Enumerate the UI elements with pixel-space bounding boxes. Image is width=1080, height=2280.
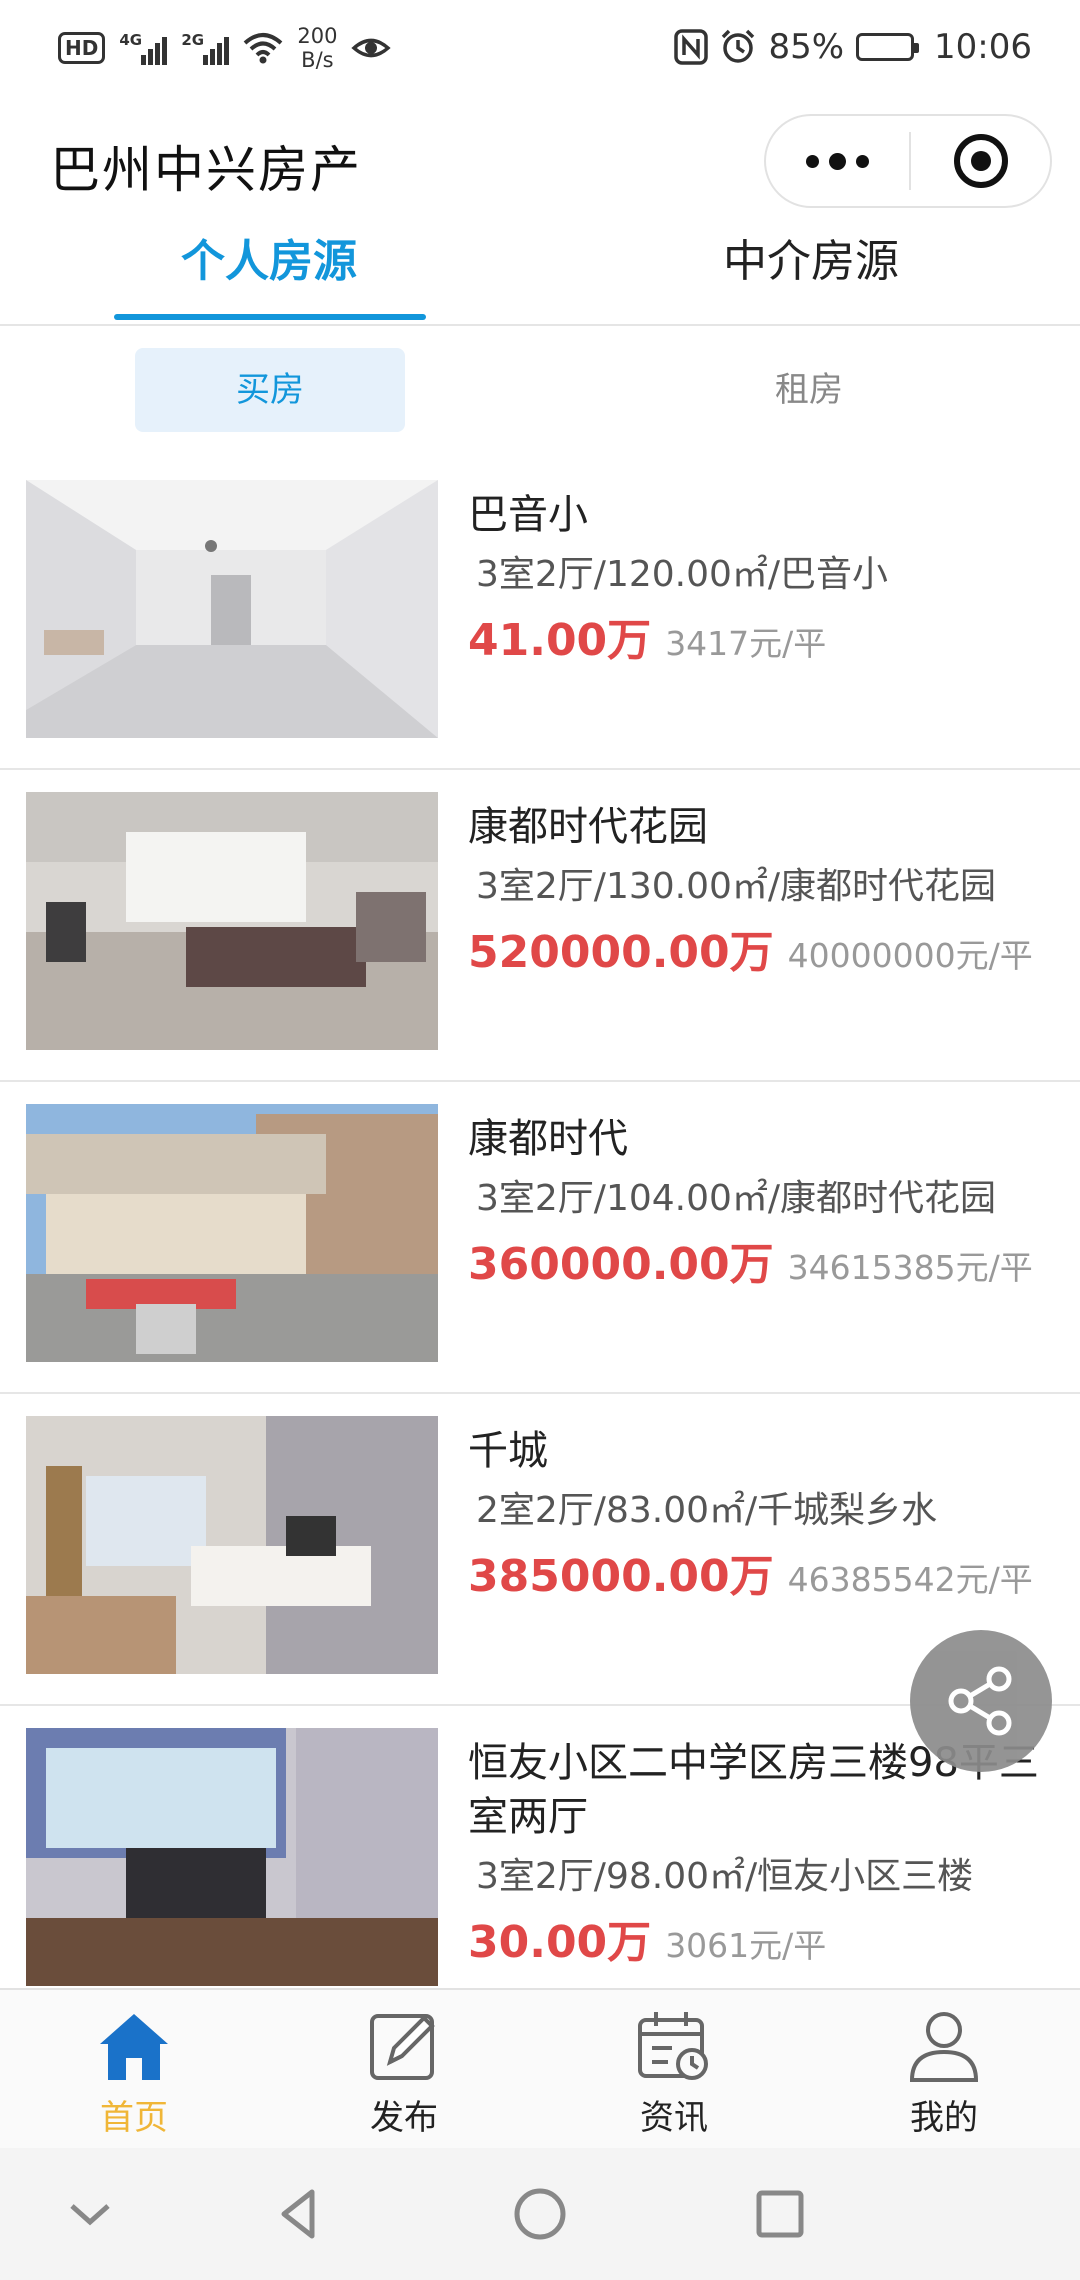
speed-unit: B/s [301, 48, 334, 72]
listing-item[interactable]: 恒友小区二中学区房三楼98平三室两厅 3室2厅/98.00㎡/恒友小区三楼 30… [0, 1706, 1080, 1988]
listing-price: 41.00万 [468, 615, 652, 666]
calendar-icon [638, 2012, 708, 2080]
source-tabs: 个人房源 中介房源 [0, 216, 1080, 326]
tab-personal-listings[interactable]: 个人房源 [114, 224, 424, 314]
share-icon [948, 1666, 1012, 1736]
listing-price: 520000.00万 [468, 927, 774, 978]
listing-photo [26, 792, 438, 1050]
listing-desc: 3室2厅/130.00㎡/康都时代花园 [476, 866, 997, 907]
edit-icon [370, 2014, 435, 2080]
more-dot [806, 154, 819, 168]
network-type-label: 4G [119, 31, 143, 49]
nav-label: 首页 [100, 2098, 168, 2138]
close-button[interactable] [911, 134, 1050, 188]
listing-desc: 3室2厅/104.00㎡/康都时代花园 [476, 1178, 997, 1219]
recents-icon[interactable] [750, 2184, 810, 2244]
listing-photo [26, 1728, 438, 1986]
back-icon[interactable] [270, 2184, 330, 2244]
app-header: 巴州中兴房产 [0, 96, 1080, 216]
hd-badge: HD [58, 32, 106, 64]
share-button[interactable] [910, 1630, 1052, 1772]
nfc-icon [674, 29, 709, 65]
listing-unit-price: 46385542元/平 [787, 1560, 1033, 1599]
more-dot [829, 152, 846, 170]
alarm-icon [722, 29, 755, 63]
active-tab-indicator [114, 314, 426, 320]
listing-photo [26, 1104, 438, 1362]
status-bar: HD 4G 2G 200 B/s 85% 10:06 [0, 0, 1080, 92]
listing-title: 康都时代 [468, 1116, 628, 1162]
eye-icon [351, 38, 392, 58]
listing-photo [26, 480, 438, 738]
nav-publish[interactable]: 发布 [314, 2006, 494, 2142]
speed-value: 200 [297, 24, 338, 48]
home-icon [100, 2014, 168, 2080]
listing-photo [26, 1416, 438, 1674]
signal-icon-2: 2G [181, 31, 230, 65]
listing-item[interactable]: 千城 2室2厅/83.00㎡/千城梨乡水 385000.00万 46385542… [0, 1394, 1080, 1706]
listing-item[interactable]: 康都时代 3室2厅/104.00㎡/康都时代花园 360000.00万 3461… [0, 1082, 1080, 1394]
wifi-icon [244, 33, 283, 64]
target-icon [953, 134, 1008, 188]
network-type-label-2: 2G [181, 31, 205, 49]
listing-desc: 3室2厅/120.00㎡/巴音小 [476, 554, 889, 595]
signal-icon: 4G [119, 31, 168, 65]
listing-item[interactable]: 康都时代花园 3室2厅/130.00㎡/康都时代花园 520000.00万 40… [0, 770, 1080, 1082]
more-dot [856, 154, 869, 168]
listing-item[interactable]: 巴音小 3室2厅/120.00㎡/巴音小 41.00万 3417元/平 [0, 458, 1080, 770]
nav-mine[interactable]: 我的 [854, 2006, 1034, 2142]
listing-title: 千城 [468, 1428, 548, 1474]
nav-news[interactable]: 资讯 [584, 2006, 764, 2142]
nav-label: 资讯 [640, 2098, 708, 2138]
listing-unit-price: 34615385元/平 [787, 1248, 1033, 1287]
chevron-down-icon[interactable] [60, 2184, 120, 2244]
subtab-rent[interactable]: 租房 [674, 348, 944, 432]
listing-price: 385000.00万 [468, 1551, 774, 1602]
mini-program-capsule [764, 114, 1052, 208]
nav-home[interactable]: 首页 [44, 2006, 224, 2142]
listing-desc: 3室2厅/98.00㎡/恒友小区三楼 [476, 1856, 974, 1897]
tab-agency-listings[interactable]: 中介房源 [656, 224, 966, 314]
subtab-buy[interactable]: 买房 [135, 348, 405, 432]
nav-label: 我的 [910, 2098, 978, 2138]
nav-label: 发布 [370, 2098, 438, 2138]
listing-price: 360000.00万 [468, 1239, 774, 1290]
listing-list[interactable]: 巴音小 3室2厅/120.00㎡/巴音小 41.00万 3417元/平 康都时代… [0, 458, 1080, 1988]
clock: 10:06 [934, 27, 1032, 67]
more-button[interactable] [766, 116, 909, 206]
listing-title: 康都时代花园 [468, 804, 708, 850]
listing-unit-price: 40000000元/平 [787, 936, 1033, 975]
app-screen: HD 4G 2G 200 B/s 85% 10:06 巴州中兴房产 个人房源 中… [0, 0, 1080, 2280]
listing-price: 30.00万 [468, 1917, 652, 1968]
network-speed: 200 B/s [297, 24, 337, 72]
home-circle-icon[interactable] [510, 2184, 570, 2244]
listing-unit-price: 3417元/平 [665, 624, 827, 663]
listing-desc: 2室2厅/83.00㎡/千城梨乡水 [476, 1490, 938, 1531]
user-icon [909, 2012, 979, 2082]
battery-icon [856, 33, 920, 61]
listing-unit-price: 3061元/平 [665, 1926, 827, 1965]
battery-percent: 85% [768, 27, 845, 67]
listing-title: 巴音小 [468, 492, 588, 538]
page-title: 巴州中兴房产 [50, 141, 362, 199]
bottom-tab-bar: 首页 发布 资讯 我的 [0, 1988, 1080, 2148]
system-nav-bar [0, 2148, 1080, 2280]
